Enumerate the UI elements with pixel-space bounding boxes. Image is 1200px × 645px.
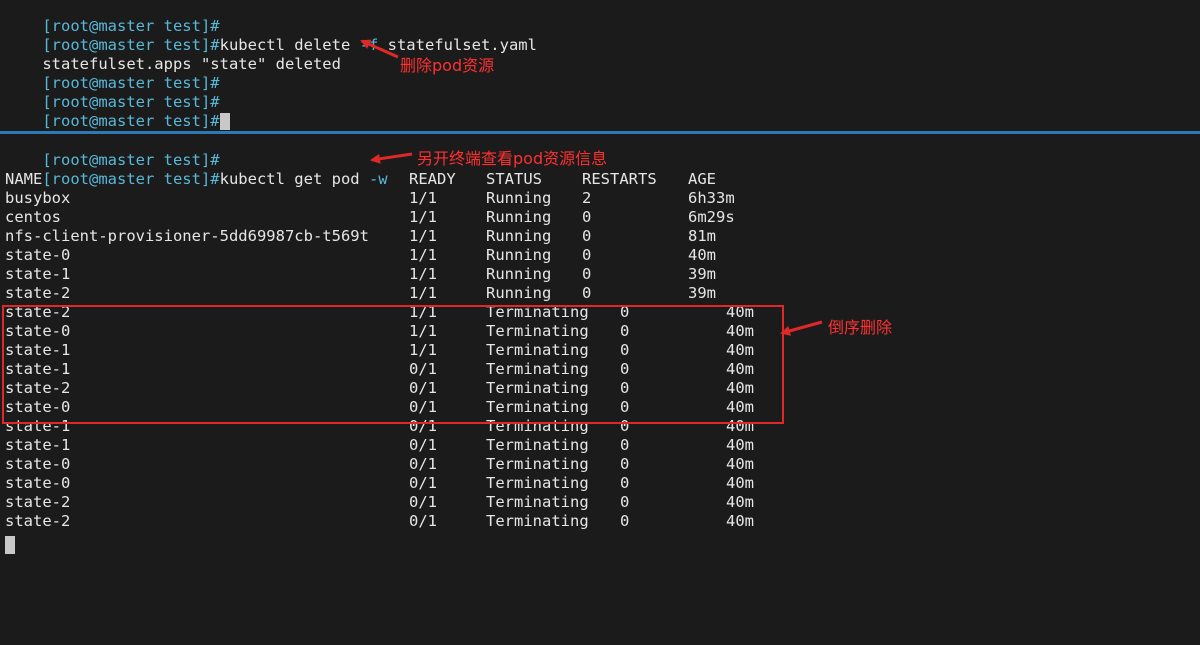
pod-age: 39m (688, 265, 716, 283)
pod-age: 39m (688, 284, 716, 302)
table-row: state-2 0/1 Terminating 0 40m (5, 512, 805, 531)
terminal-line: [root@master test]# (5, 132, 219, 169)
pod-ready: 1/1 (409, 227, 437, 245)
pod-name: state-2 (5, 284, 71, 302)
table-row: state-0 0/1 Terminating 0 40m (5, 474, 805, 493)
pod-ready: 1/1 (409, 265, 437, 283)
command-flag: -f (359, 36, 379, 54)
header-name: NAME (5, 170, 43, 188)
pod-age: 40m (726, 474, 754, 492)
pod-ready: 0/1 (409, 474, 437, 492)
pod-name: state-0 (5, 246, 71, 264)
pod-name: state-0 (5, 474, 71, 492)
pod-age: 6h33m (688, 189, 735, 207)
pod-age: 40m (726, 436, 754, 454)
pod-name: state-1 (5, 436, 71, 454)
terminal-line: [root@master test]# (5, 0, 219, 35)
table-header: NAME READY STATUS RESTARTS AGE (5, 170, 805, 189)
pod-status: Terminating (486, 436, 589, 454)
pod-ready: 1/1 (409, 208, 437, 226)
text-cursor (219, 113, 230, 130)
pod-status: Terminating (486, 512, 589, 530)
pod-restarts: 0 (582, 284, 592, 302)
table-row: busybox 1/1 Running 2 6h33m (5, 189, 805, 208)
table-row: centos 1/1 Running 0 6m29s (5, 208, 805, 227)
header-status: STATUS (486, 170, 542, 188)
pod-restarts: 0 (620, 493, 630, 511)
header-restarts: RESTARTS (582, 170, 657, 188)
pod-ready: 0/1 (409, 455, 437, 473)
pod-age: 40m (726, 512, 754, 530)
table-row: state-1 1/1 Running 0 39m (5, 265, 805, 284)
pod-restarts: 0 (620, 455, 630, 473)
pod-ready: 0/1 (409, 493, 437, 511)
pod-restarts: 0 (582, 208, 592, 226)
table-row: state-2 1/1 Running 0 39m (5, 284, 805, 303)
terminal-pane-top[interactable]: [root@master test]# [root@master test]#k… (0, 0, 1200, 132)
header-ready: READY (409, 170, 456, 188)
annotation-watch-note: 另开终端查看pod资源信息 (417, 149, 608, 168)
terminal-line: [root@master test]# (5, 93, 230, 130)
table-row: state-2 0/1 Terminating 0 40m (5, 493, 805, 512)
table-row: state-0 1/1 Running 0 40m (5, 246, 805, 265)
pod-status: Terminating (486, 493, 589, 511)
text-cursor (5, 536, 15, 554)
pod-restarts: 0 (582, 227, 592, 245)
pod-status: Running (486, 227, 552, 245)
pod-name: centos (5, 208, 61, 226)
pod-name: nfs-client-provisioner-5dd69987cb-t569t (5, 227, 369, 245)
pod-name: busybox (5, 189, 71, 207)
pod-name: state-1 (5, 265, 71, 283)
pod-age: 40m (726, 493, 754, 511)
pod-status: Running (486, 189, 552, 207)
pod-status: Running (486, 265, 552, 283)
pod-status: Running (486, 246, 552, 264)
pod-status: Running (486, 208, 552, 226)
pod-restarts: 0 (620, 512, 630, 530)
terminal-line: [root@master test]# (5, 74, 219, 111)
terminal-line: statefulset.apps "state" deleted (5, 36, 341, 73)
table-row: state-1 0/1 Terminating 0 40m (5, 436, 805, 455)
pod-status: Terminating (486, 474, 589, 492)
pod-restarts: 0 (620, 474, 630, 492)
pod-name: state-2 (5, 493, 71, 511)
pod-ready: 0/1 (409, 436, 437, 454)
pod-age: 40m (688, 246, 716, 264)
pod-restarts: 0 (582, 265, 592, 283)
pod-ready: 1/1 (409, 189, 437, 207)
header-age: AGE (688, 170, 716, 188)
pod-name: state-2 (5, 512, 71, 530)
annotation-reverse-note: 倒序删除 (828, 318, 893, 337)
highlight-box (2, 305, 784, 424)
pod-restarts: 0 (620, 436, 630, 454)
pod-status: Running (486, 284, 552, 302)
terminal-line: [root@master test]# (5, 55, 219, 92)
pod-ready: 1/1 (409, 246, 437, 264)
annotation-delete-note: 删除pod资源 (400, 56, 495, 75)
terminal-line: [root@master test]#kubectl get pod -w (5, 151, 387, 188)
pod-ready: 1/1 (409, 284, 437, 302)
pod-ready: 0/1 (409, 512, 437, 530)
pod-status: Terminating (486, 455, 589, 473)
pod-restarts: 2 (582, 189, 592, 207)
shell-prompt: [root@master test]# (42, 112, 220, 130)
pod-name: state-0 (5, 455, 71, 473)
pod-age: 81m (688, 227, 716, 245)
pod-age: 6m29s (688, 208, 735, 226)
terminal-line: [root@master test]#kubectl delete -f sta… (5, 17, 537, 54)
pod-restarts: 0 (582, 246, 592, 264)
pod-age: 40m (726, 455, 754, 473)
table-row: state-0 0/1 Terminating 0 40m (5, 455, 805, 474)
table-row: nfs-client-provisioner-5dd69987cb-t569t … (5, 227, 805, 246)
